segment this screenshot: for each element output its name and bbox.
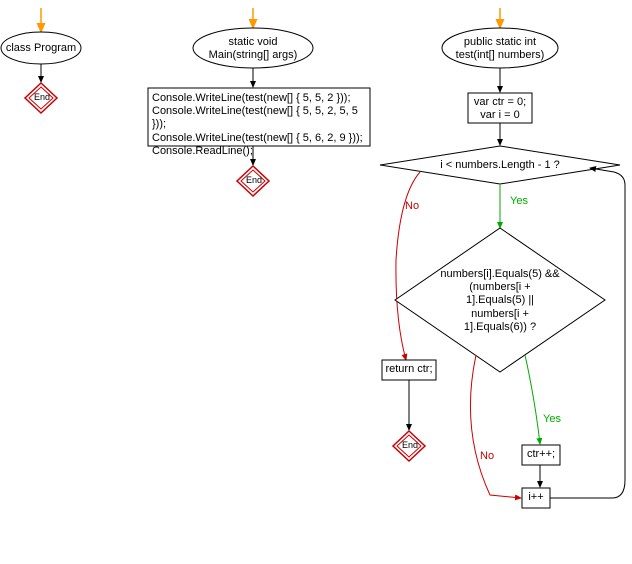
label-n8-l5: 1].Equals(6)) ? — [464, 321, 536, 333]
label-n8-l1: numbers[i].Equals(5) && — [440, 268, 559, 280]
label-n2-l2: Main(string[] args) — [209, 49, 298, 61]
edge-label-yes-2: Yes — [543, 413, 561, 426]
end-text-1: End — [34, 92, 50, 103]
label-n4-l1: public static int — [464, 36, 536, 48]
edge-n8-yes — [525, 355, 540, 444]
label-n2-l1: static void — [229, 36, 278, 48]
label-n4: public static int test(int[] numbers) — [450, 36, 550, 62]
label-n3-l1: Console.WriteLine(test(new[] { 5, 5, 2 }… — [152, 92, 351, 104]
label-n8-l2: (numbers[i + — [469, 281, 530, 293]
edge-label-yes-1: Yes — [510, 195, 528, 208]
label-n5: var ctr = 0; var i = 0 — [470, 96, 530, 122]
label-n8-l4: numbers[i + — [471, 308, 529, 320]
label-n2: static void Main(string[] args) — [205, 36, 301, 62]
edge-n8-no — [470, 355, 521, 498]
label-n9: ctr++; — [522, 448, 560, 461]
label-n8-l3: 1].Equals(5) || — [466, 294, 534, 306]
label-n6: i < numbers.Length - 1 ? — [420, 159, 580, 172]
label-n3-l2: Console.WriteLine(test(new[] { 5, 5, 2, … — [152, 105, 358, 130]
edge-label-no-2: No — [480, 450, 494, 463]
label-n5-l2: var i = 0 — [480, 109, 519, 121]
label-n3: Console.WriteLine(test(new[] { 5, 5, 2 }… — [152, 92, 366, 158]
edge-label-no-1: No — [405, 200, 419, 213]
label-n7: return ctr; — [382, 363, 436, 376]
label-n3-l3: Console.WriteLine(test(new[] { 5, 6, 2, … — [152, 132, 363, 144]
label-n5-l1: var ctr = 0; — [474, 96, 526, 108]
label-n10: i++ — [522, 491, 550, 504]
label-n4-l2: test(int[] numbers) — [456, 49, 545, 61]
label-n3-l4: Console.ReadLine(); — [152, 145, 253, 157]
label-n8: numbers[i].Equals(5) && (numbers[i + 1].… — [430, 268, 570, 334]
end-text-3: End — [402, 440, 418, 451]
label-n1: class Program — [5, 42, 77, 55]
end-text-2: End — [246, 175, 262, 186]
